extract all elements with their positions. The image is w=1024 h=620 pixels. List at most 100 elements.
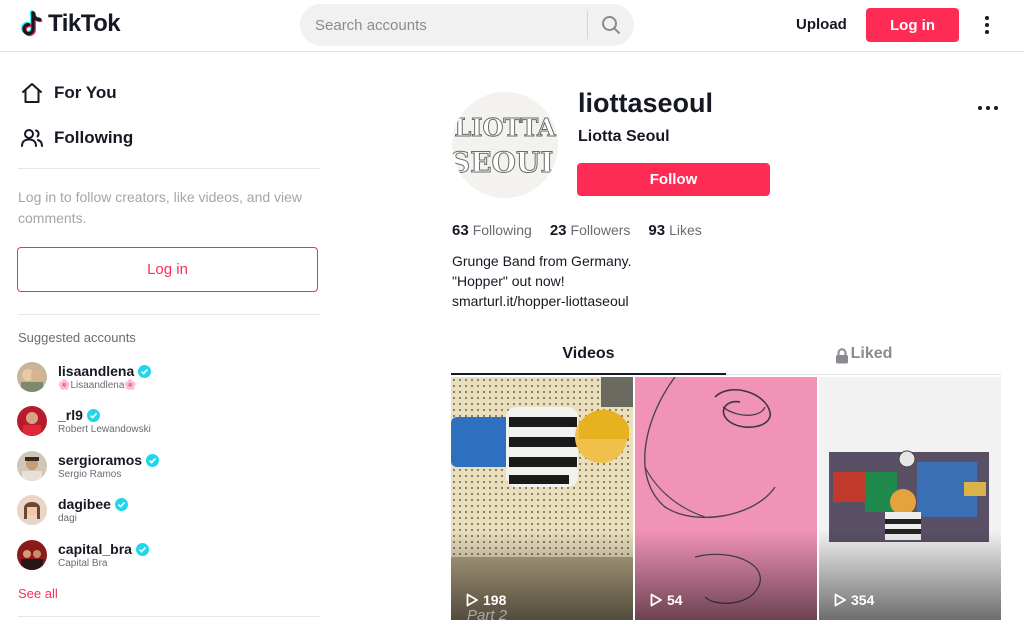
view-count-text: 198 (483, 592, 507, 608)
account-row: lisaandlena (58, 363, 152, 379)
verified-badge-icon (146, 453, 160, 467)
dot (985, 30, 989, 34)
followers-stat: 23 Followers (550, 222, 631, 239)
search-input[interactable] (300, 4, 587, 46)
top-bar: TikTok Upload Log in (0, 0, 1024, 52)
people-icon (21, 129, 43, 147)
account-row: _rl9 (58, 407, 151, 423)
tab-liked-label: Liked (850, 345, 893, 362)
suggested-account[interactable]: sergioramos Sergio Ramos (17, 446, 317, 486)
divider (18, 616, 320, 617)
verified-badge-icon (135, 542, 149, 556)
bio-line: Grunge Band from Germany. (452, 253, 632, 269)
following-stat: 63 Following (452, 222, 532, 239)
account-display-name: Robert Lewandowski (58, 424, 151, 435)
account-display-name: Sergio Ramos (58, 469, 122, 480)
suggested-account[interactable]: lisaandlena 🌸Lisaandlena🌸 (17, 357, 317, 397)
dot (985, 23, 989, 27)
account-username: capital_bra (58, 541, 132, 557)
suggested-accounts-title: Suggested accounts (18, 330, 136, 345)
follow-button[interactable]: Follow (577, 163, 770, 196)
sidebar-item-following[interactable]: Following (20, 126, 133, 150)
avatar (17, 451, 47, 481)
dot (986, 106, 990, 110)
sidebar-item-for-you[interactable]: For You (20, 81, 117, 105)
home-icon (22, 83, 42, 103)
suggested-account[interactable]: capital_bra Capital Bra (17, 535, 317, 575)
profile-more-options-icon[interactable] (976, 104, 1000, 112)
verified-badge-icon (114, 497, 128, 511)
profile-username: liottaseoul (578, 88, 714, 118)
view-count-text: 354 (851, 592, 875, 608)
video-caption: Part 2 (467, 607, 508, 620)
sidebar: For You Following Log in to follow creat… (0, 53, 340, 620)
play-icon (466, 593, 478, 607)
avatar (17, 495, 47, 525)
login-button[interactable]: Log in (866, 8, 959, 42)
dot (994, 106, 998, 110)
bio-link[interactable]: smarturl.it/hopper-liottaseoul (452, 291, 631, 311)
profile-nickname: Liotta Seoul (578, 128, 670, 145)
tiktok-logo[interactable]: TikTok (20, 10, 121, 38)
account-display-name: Capital Bra (58, 558, 108, 569)
active-tab-underline (451, 373, 726, 375)
search-button[interactable] (588, 4, 634, 46)
account-text: _rl9 Robert Lewandowski (58, 407, 151, 435)
video-thumbnail[interactable]: 354 (819, 377, 1001, 620)
account-text: dagibee dagi (58, 496, 128, 524)
sidebar-item-label: For You (54, 83, 117, 102)
likes-count: 93 (648, 222, 666, 239)
video-view-count: 198 (465, 592, 506, 608)
sidebar-item-label: Following (54, 128, 134, 147)
divider (18, 314, 320, 315)
account-username: dagibee (58, 496, 111, 512)
logo-text: TikTok (48, 10, 121, 37)
avatar-text-line1: LIOTTA (454, 113, 556, 142)
profile-avatar: LIOTTA SEOUL (452, 92, 558, 198)
account-text: sergioramos Sergio Ramos (58, 452, 160, 480)
verified-badge-icon (86, 408, 100, 422)
see-all-link[interactable]: See all (18, 586, 58, 601)
upload-link[interactable]: Upload (796, 16, 847, 33)
lock-icon (835, 348, 848, 364)
suggested-account[interactable]: _rl9 Robert Lewandowski (17, 401, 317, 441)
dot (985, 16, 989, 20)
following-label: Following (472, 222, 532, 238)
account-username: lisaandlena (58, 363, 135, 379)
video-thumbnail[interactable]: 54 (635, 377, 817, 620)
search-bar (300, 4, 634, 46)
more-options-icon[interactable] (978, 12, 996, 38)
search-icon (602, 16, 620, 34)
profile-stats: 63 Following 23 Followers 93 Likes (452, 222, 702, 239)
bio-line: "Hopper" out now! (452, 273, 565, 289)
account-username: sergioramos (58, 452, 143, 468)
sidebar-login-button[interactable]: Log in (17, 247, 318, 292)
account-display-name: 🌸Lisaandlena🌸 (58, 380, 137, 391)
tab-videos[interactable]: Videos (451, 345, 726, 375)
account-row: capital_bra (58, 541, 149, 557)
account-username: _rl9 (58, 407, 83, 423)
suggested-account[interactable]: dagibee dagi (17, 490, 317, 530)
dot (978, 106, 982, 110)
followers-count: 23 (549, 222, 567, 239)
avatar (17, 362, 47, 392)
verified-badge-icon (138, 364, 152, 378)
video-view-count: 54 (649, 592, 683, 608)
avatar (17, 406, 47, 436)
avatar (17, 540, 47, 570)
tiktok-note-icon (20, 10, 44, 38)
account-display-name: dagi (58, 513, 77, 524)
account-row: dagibee (58, 496, 128, 512)
play-icon (650, 593, 662, 607)
video-thumbnail[interactable]: 198 Part 2 (451, 377, 633, 620)
tab-liked[interactable]: Liked (726, 345, 1001, 375)
following-count: 63 (452, 222, 469, 239)
divider (18, 168, 320, 169)
likes-label: Likes (669, 222, 702, 238)
followers-label: Followers (570, 222, 631, 238)
profile-bio: Grunge Band from Germany. "Hopper" out n… (452, 251, 631, 311)
account-row: sergioramos (58, 452, 160, 468)
account-text: capital_bra Capital Bra (58, 541, 149, 569)
video-view-count: 354 (833, 592, 874, 608)
view-count-text: 54 (667, 592, 683, 608)
